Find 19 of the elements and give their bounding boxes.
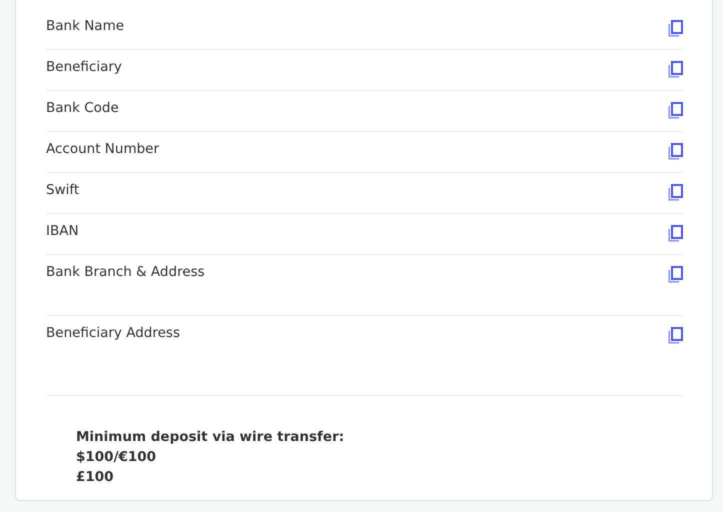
- field-label: Beneficiary Address: [46, 324, 180, 342]
- copy-icon[interactable]: [668, 327, 683, 344]
- field-label: IBAN: [46, 222, 79, 240]
- copy-icon[interactable]: [668, 266, 683, 283]
- copy-icon[interactable]: [668, 184, 683, 201]
- field-label: Bank Branch & Address: [46, 263, 205, 281]
- copy-icon[interactable]: [668, 102, 683, 119]
- field-label: Swift: [46, 181, 80, 199]
- deposit-note: $100/€100: [76, 448, 158, 467]
- copy-icon[interactable]: [668, 143, 683, 160]
- deposit-note: £100: [76, 468, 115, 487]
- field-label: Account Number: [46, 140, 160, 158]
- deposit-note: Minimum deposit via wire transfer:: [76, 428, 346, 447]
- copy-icon[interactable]: [668, 20, 683, 37]
- field-label: Bank Name: [46, 17, 124, 35]
- field-label: Beneficiary: [46, 58, 122, 76]
- field-label: Bank Code: [46, 99, 119, 117]
- copy-icon[interactable]: [668, 225, 683, 242]
- copy-icon[interactable]: [668, 61, 683, 78]
